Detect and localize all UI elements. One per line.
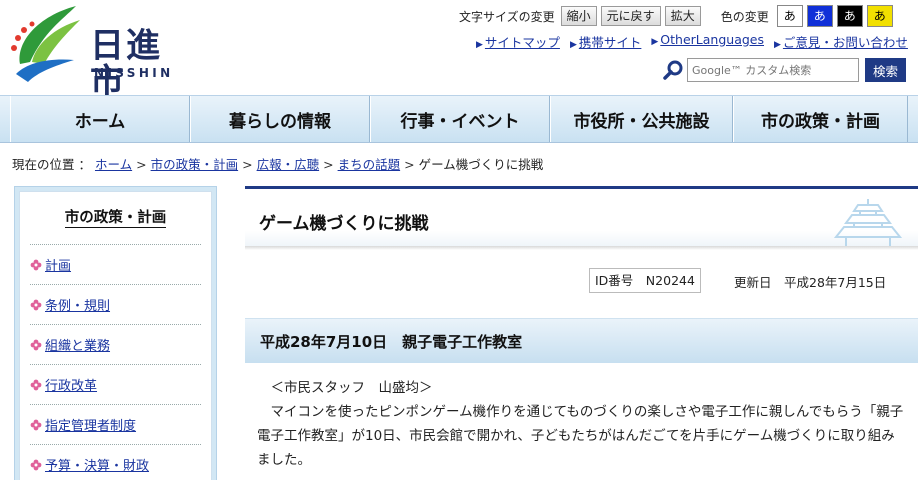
sidebar-item-plan[interactable]: 計画: [30, 244, 201, 284]
sidebar-item-label[interactable]: 指定管理者制度: [45, 415, 136, 434]
flower-icon: [30, 419, 42, 430]
search-button[interactable]: 検索: [865, 58, 906, 82]
other-languages-link[interactable]: ▶ OtherLanguages: [651, 32, 764, 51]
flower-icon: [30, 379, 42, 390]
section-heading: 平成28年7月10日 親子電子工作教室: [245, 318, 918, 363]
sidebar-item-label[interactable]: 予算・決算・財政: [45, 455, 149, 474]
color-blue-button[interactable]: あ: [806, 5, 833, 27]
logo-roman: NISSHIN: [94, 66, 174, 80]
article-body: ＜市民スタッフ 山盛均＞ マイコンを使ったピンポンゲーム機作りを通じてものづくり…: [257, 376, 907, 472]
contact-link[interactable]: ▶ ご意見・お問い合わせ: [774, 32, 908, 51]
sidebar-item-label[interactable]: 行政改革: [45, 375, 97, 394]
sidebar-item-label[interactable]: 組織と業務: [45, 335, 110, 354]
breadcrumb-separator: >: [136, 157, 147, 172]
sidebar-item-label[interactable]: 計画: [45, 255, 71, 274]
other-languages-link-label: OtherLanguages: [660, 32, 764, 47]
text-size-increase-button[interactable]: 拡大: [664, 6, 701, 26]
text-size-decrease-button[interactable]: 縮小: [560, 6, 597, 26]
search-input[interactable]: [687, 58, 859, 82]
flower-icon: [30, 299, 42, 310]
sitemap-link[interactable]: ▶ サイトマップ: [476, 32, 560, 51]
nav-item-facilities[interactable]: 市役所・公共施設: [550, 96, 733, 142]
castle-icon: [833, 199, 903, 248]
nav-item-policy[interactable]: 市の政策・計画: [733, 96, 908, 142]
sidebar-panel: 市の政策・計画 計画 条例・規則 組織と業務 行政改革 指定管理者制度 予算・決…: [19, 191, 212, 480]
flower-icon: [30, 459, 42, 470]
sidebar-item-reform[interactable]: 行政改革: [30, 364, 201, 404]
sidebar-item-budget[interactable]: 予算・決算・財政: [30, 444, 201, 480]
nav-item-living[interactable]: 暮らしの情報: [190, 96, 370, 142]
page-title-box: ゲーム機づくりに挑戦: [245, 186, 918, 248]
color-white-button[interactable]: あ: [776, 5, 803, 27]
breadcrumb-prefix: 現在の位置 ：: [12, 157, 91, 172]
site-search: 検索: [662, 58, 906, 82]
text-size-reset-button[interactable]: 元に戻す: [600, 6, 661, 26]
sidebar-item-manager[interactable]: 指定管理者制度: [30, 404, 201, 444]
section-heading-label: 平成28年7月10日 親子電子工作教室: [260, 333, 523, 351]
breadcrumb-link-pr[interactable]: 広報・広聴: [257, 157, 320, 172]
nav-item-home[interactable]: ホーム: [10, 96, 190, 142]
article-paragraph: マイコンを使ったピンポンゲーム機作りを通じてものづくりの楽しさや電子工作に親しん…: [257, 404, 904, 468]
mobile-site-link-label: 携帯サイト: [578, 35, 642, 50]
contact-link-label: ご意見・お問い合わせ: [782, 35, 908, 50]
breadcrumb-link-policy[interactable]: 市の政策・計画: [151, 157, 239, 172]
updated-date: 更新日 平成28年7月15日: [734, 275, 887, 290]
logo-mark-icon: [11, 6, 80, 82]
sidebar: 市の政策・計画 計画 条例・規則 組織と業務 行政改革 指定管理者制度 予算・決…: [14, 186, 217, 480]
breadcrumb-link-home[interactable]: ホーム: [95, 157, 132, 172]
staff-line: ＜市民スタッフ 山盛均＞: [270, 380, 433, 396]
breadcrumb-current: ゲーム機づくりに挑戦: [418, 157, 544, 172]
utility-links: ▶ サイトマップ ▶ 携帯サイト ▶ OtherLanguages ▶ ご意見・お問い合…: [476, 32, 918, 51]
flower-icon: [30, 339, 42, 350]
page-id-badge: ID番号 N20244: [589, 268, 701, 293]
text-size-label: 文字サイズの変更: [459, 9, 555, 24]
sidebar-title[interactable]: 市の政策・計画: [30, 192, 201, 244]
triangle-right-icon: ▶: [774, 40, 781, 50]
sitemap-link-label: サイトマップ: [484, 35, 560, 50]
triangle-right-icon: ▶: [651, 37, 659, 47]
flower-icon: [30, 259, 42, 270]
sidebar-item-ordinances[interactable]: 条例・規則: [30, 284, 201, 324]
global-nav: ホーム 暮らしの情報 行事・イベント 市役所・公共施設 市の政策・計画: [0, 95, 918, 143]
color-change-label: 色の変更: [720, 9, 769, 24]
title-divider: [245, 246, 918, 250]
page-title: ゲーム機づくりに挑戦: [259, 214, 429, 234]
nav-edge: [0, 96, 10, 142]
color-yellow-button[interactable]: あ: [866, 5, 893, 27]
logo-name: 日進市: [90, 26, 162, 102]
accessibility-toolbar: 文字サイズの変更 縮小 元に戻す 拡大 色の変更 あ あ あ あ: [459, 5, 897, 27]
mobile-site-link[interactable]: ▶ 携帯サイト: [570, 32, 641, 51]
sidebar-item-label[interactable]: 条例・規則: [45, 295, 110, 314]
breadcrumb-separator: >: [242, 157, 253, 172]
triangle-right-icon: ▶: [569, 40, 577, 50]
color-black-button[interactable]: あ: [836, 5, 863, 27]
sidebar-title-label: 市の政策・計画: [64, 210, 167, 228]
search-icon: [663, 60, 683, 80]
breadcrumb-link-topics[interactable]: まちの話題: [338, 157, 401, 172]
triangle-right-icon: ▶: [476, 40, 483, 50]
breadcrumb: 現在の位置 ： ホーム > 市の政策・計画 > 広報・広聴 > まちの話題 > ゲーム機づくりに…: [12, 154, 543, 173]
breadcrumb-separator: >: [323, 157, 334, 172]
sidebar-item-organization[interactable]: 組織と業務: [30, 324, 201, 364]
site-logo[interactable]: 日進市 NISSHIN: [10, 2, 190, 100]
breadcrumb-separator: >: [404, 157, 415, 172]
nav-item-events[interactable]: 行事・イベント: [370, 96, 550, 142]
